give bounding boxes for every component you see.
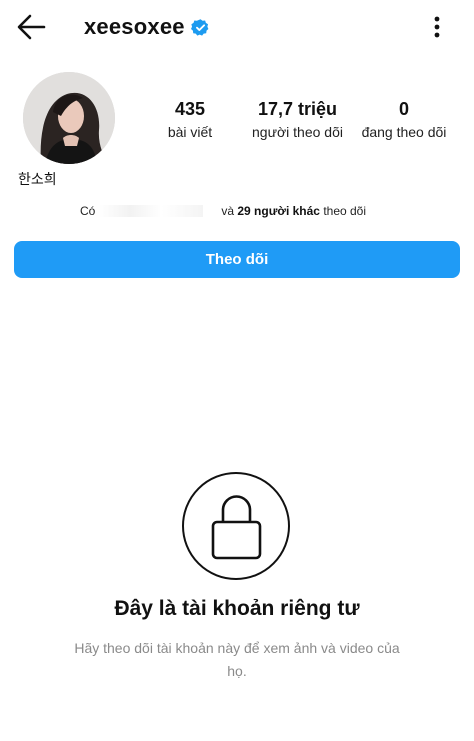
- verified-badge-icon: [190, 18, 210, 37]
- username: xeesoxee: [84, 14, 185, 39]
- followers-stat[interactable]: 17,7 triệu người theo dõi: [235, 98, 360, 142]
- followers-count: 17,7 triệu: [257, 99, 338, 119]
- followers-label: người theo dõi: [252, 124, 343, 140]
- posts-label: bài viết: [167, 124, 213, 140]
- follow-button[interactable]: Theo dõi: [14, 241, 460, 278]
- following-stat[interactable]: 0 đang theo dõi: [355, 98, 453, 142]
- private-lock-badge: [182, 472, 290, 580]
- more-vertical-icon: [434, 16, 440, 38]
- more-options-button[interactable]: [424, 12, 450, 42]
- following-count: 0: [398, 99, 409, 119]
- redacted-usernames: [99, 205, 204, 217]
- profile-username-header: xeesoxee: [84, 13, 210, 41]
- posts-stat[interactable]: 435 bài viết: [150, 98, 230, 142]
- arrow-left-icon: [17, 14, 46, 40]
- mutual-prefix: Có: [80, 204, 96, 218]
- private-account-title: Đây là tài khoản riêng tư: [114, 597, 360, 620]
- mutual-suffix: theo dõi: [323, 204, 367, 218]
- avatar[interactable]: [23, 72, 115, 164]
- mutual-followers[interactable]: Có và 29 người khác theo dõi: [80, 204, 366, 218]
- back-button[interactable]: [14, 12, 50, 42]
- mutual-count: 29 người khác: [237, 204, 320, 218]
- following-label: đang theo dõi: [361, 124, 447, 140]
- posts-count: 435: [174, 99, 206, 119]
- display-name: 한소희: [18, 172, 57, 188]
- top-bar: xeesoxee: [0, 0, 474, 54]
- lock-icon: [211, 495, 262, 560]
- private-account-description: Hãy theo dõi tài khoản này để xem ảnh và…: [74, 640, 400, 679]
- mutual-middle: và: [221, 204, 235, 218]
